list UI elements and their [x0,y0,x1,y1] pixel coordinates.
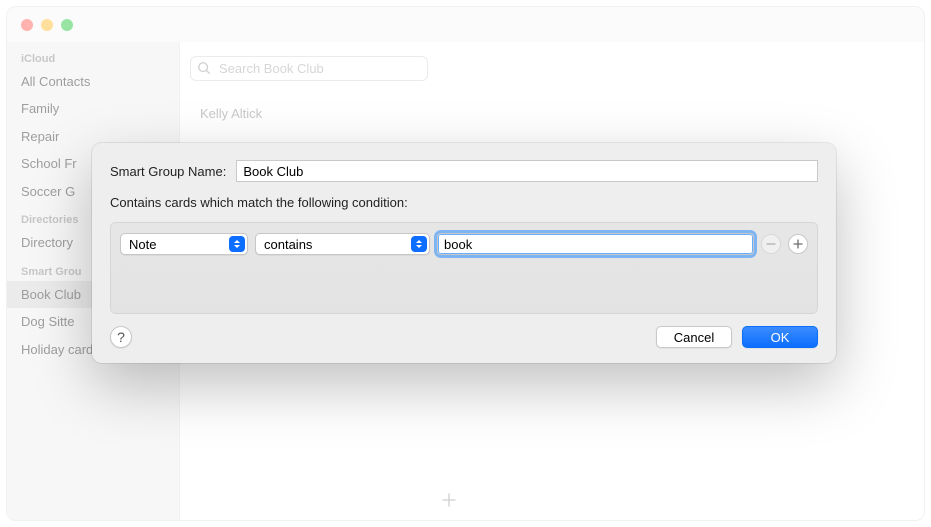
close-window-button[interactable] [21,19,33,31]
condition-operator-popup[interactable]: contains [255,233,430,255]
window-controls [21,19,73,31]
plus-icon [793,239,803,249]
condition-row: Note contains [120,233,808,255]
minimize-window-button[interactable] [41,19,53,31]
sheet-footer: ? Cancel OK [110,326,818,348]
add-contact-button[interactable] [434,487,464,512]
condition-field-value: Note [129,237,156,252]
condition-field-popup[interactable]: Note [120,233,248,255]
remove-condition-button [761,234,781,254]
cancel-button[interactable]: Cancel [656,326,732,348]
chevron-updown-icon [229,236,245,252]
sidebar-header-icloud: iCloud [7,50,179,68]
ok-button[interactable]: OK [742,326,818,348]
smart-group-name-input[interactable] [236,160,818,182]
plus-icon [442,493,456,507]
smart-group-name-label: Smart Group Name: [110,164,226,179]
conditions-zone: Note contains [110,222,818,314]
search-icon [197,61,211,75]
smart-group-sheet: Smart Group Name: Contains cards which m… [92,143,836,363]
condition-operator-value: contains [264,237,312,252]
titlebar [7,7,924,42]
condition-value-input[interactable] [437,233,754,255]
help-icon: ? [117,329,125,345]
add-condition-button[interactable] [788,234,808,254]
sidebar-item-all-contacts[interactable]: All Contacts [7,68,179,95]
chevron-updown-icon [411,236,427,252]
help-button[interactable]: ? [110,326,132,348]
search-input[interactable] [190,56,428,81]
minus-icon [766,239,776,249]
sidebar-item-family[interactable]: Family [7,95,179,122]
search-wrap [190,56,428,81]
sheet-subtitle: Contains cards which match the following… [110,195,818,210]
zoom-window-button[interactable] [61,19,73,31]
contact-row-name[interactable]: Kelly Altick [200,106,262,121]
